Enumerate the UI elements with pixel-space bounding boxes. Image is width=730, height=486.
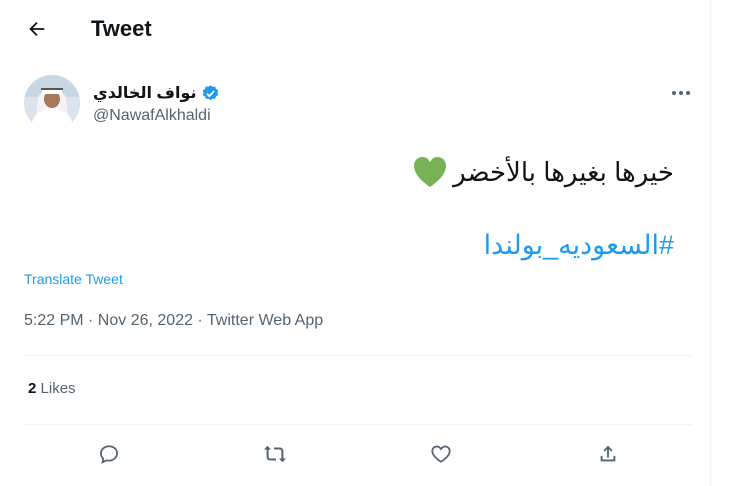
verified-badge-icon <box>202 84 218 100</box>
author-handle[interactable]: @NawafAlkhaldi <box>93 107 211 125</box>
translate-tweet-link[interactable]: Translate Tweet <box>24 271 123 287</box>
likes-number: 2 <box>28 380 37 397</box>
share-icon <box>600 445 616 462</box>
green-heart-icon <box>414 157 447 187</box>
likes-count[interactable]: 2 Likes <box>28 380 76 397</box>
tweet-timestamp[interactable]: 5:22 PM · Nov 26, 2022 · Twitter Web App <box>24 312 323 330</box>
divider <box>24 424 692 425</box>
back-arrow-icon <box>29 21 45 37</box>
page-header: Tweet <box>0 0 710 58</box>
more-icon <box>672 91 690 95</box>
retweet-icon <box>264 445 286 463</box>
hashtag-link[interactable]: #السعوديه_بولندا <box>484 230 674 261</box>
reply-button[interactable] <box>93 438 125 470</box>
author-display-name[interactable]: نواف الخالدي <box>93 83 197 103</box>
retweet-button[interactable] <box>259 438 291 470</box>
share-button[interactable] <box>592 438 624 470</box>
divider <box>24 355 692 356</box>
tweet-page: Tweet نواف الخالدي @NawafAlkhaldi خيرها … <box>0 0 711 486</box>
avatar-image <box>24 75 80 131</box>
page-title: Tweet <box>91 16 152 41</box>
more-button[interactable] <box>668 82 694 104</box>
like-icon <box>431 445 451 463</box>
author-name-row[interactable]: نواف الخالدي <box>93 82 220 104</box>
likes-label: Likes <box>40 380 76 397</box>
tweet-text: خيرها بغيرها بالأخضر <box>453 156 674 187</box>
avatar[interactable] <box>24 75 80 131</box>
reply-icon <box>100 445 118 464</box>
like-button[interactable] <box>425 438 457 470</box>
back-button[interactable] <box>22 14 52 44</box>
tweet-text-line: خيرها بغيرها بالأخضر <box>413 156 674 188</box>
